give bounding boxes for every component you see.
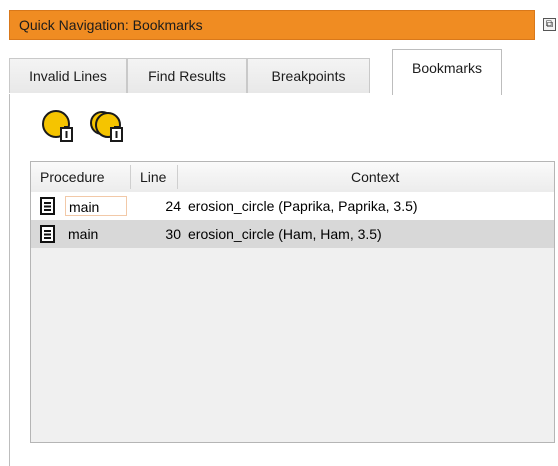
restore-window-icon[interactable]: ⧉ (543, 18, 556, 31)
bookmarks-content: Procedure Line Context main 24 erosion_c… (9, 94, 558, 466)
tab-label: Find Results (148, 68, 226, 84)
tab-bookmarks[interactable]: Bookmarks (392, 49, 502, 95)
bookmarks-table[interactable]: Procedure Line Context main 24 erosion_c… (30, 161, 555, 443)
table-row[interactable]: main 24 erosion_circle (Paprika, Paprika… (31, 192, 554, 220)
tab-label: Breakpoints (271, 68, 346, 84)
table-row[interactable]: main 30 erosion_circle (Ham, Ham, 3.5) (31, 220, 554, 248)
column-divider[interactable] (177, 165, 178, 189)
line-cell: 24 (165, 198, 181, 214)
tab-invalid-lines[interactable]: Invalid Lines (9, 58, 127, 93)
procedure-cell: main (65, 196, 127, 216)
quick-navigation-panel: Quick Navigation: Bookmarks ⧉ ✕ Invalid … (9, 10, 558, 466)
tab-bar: Invalid Lines Find Results Breakpoints B… (9, 45, 558, 95)
procedure-cell: main (68, 226, 99, 242)
delete-bookmark-icon[interactable] (41, 109, 77, 145)
table-header: Procedure Line Context (31, 162, 554, 193)
context-cell: erosion_circle (Ham, Ham, 3.5) (188, 226, 382, 242)
delete-all-bookmarks-icon[interactable] (90, 109, 126, 145)
panel-titlebar[interactable]: Quick Navigation: Bookmarks (9, 10, 535, 40)
context-cell: erosion_circle (Paprika, Paprika, 3.5) (188, 198, 418, 214)
line-cell: 30 (165, 226, 181, 242)
panel-title: Quick Navigation: Bookmarks (19, 17, 203, 33)
tab-label: Bookmarks (411, 60, 483, 76)
column-header-line[interactable]: Line (140, 162, 166, 192)
document-icon (40, 225, 55, 243)
tab-label: Invalid Lines (29, 68, 107, 84)
tab-find-results[interactable]: Find Results (127, 58, 247, 93)
tab-breakpoints[interactable]: Breakpoints (247, 58, 370, 93)
document-icon (40, 197, 55, 215)
column-divider[interactable] (130, 165, 131, 189)
column-header-context[interactable]: Context (351, 162, 399, 192)
column-header-procedure[interactable]: Procedure (40, 162, 105, 192)
